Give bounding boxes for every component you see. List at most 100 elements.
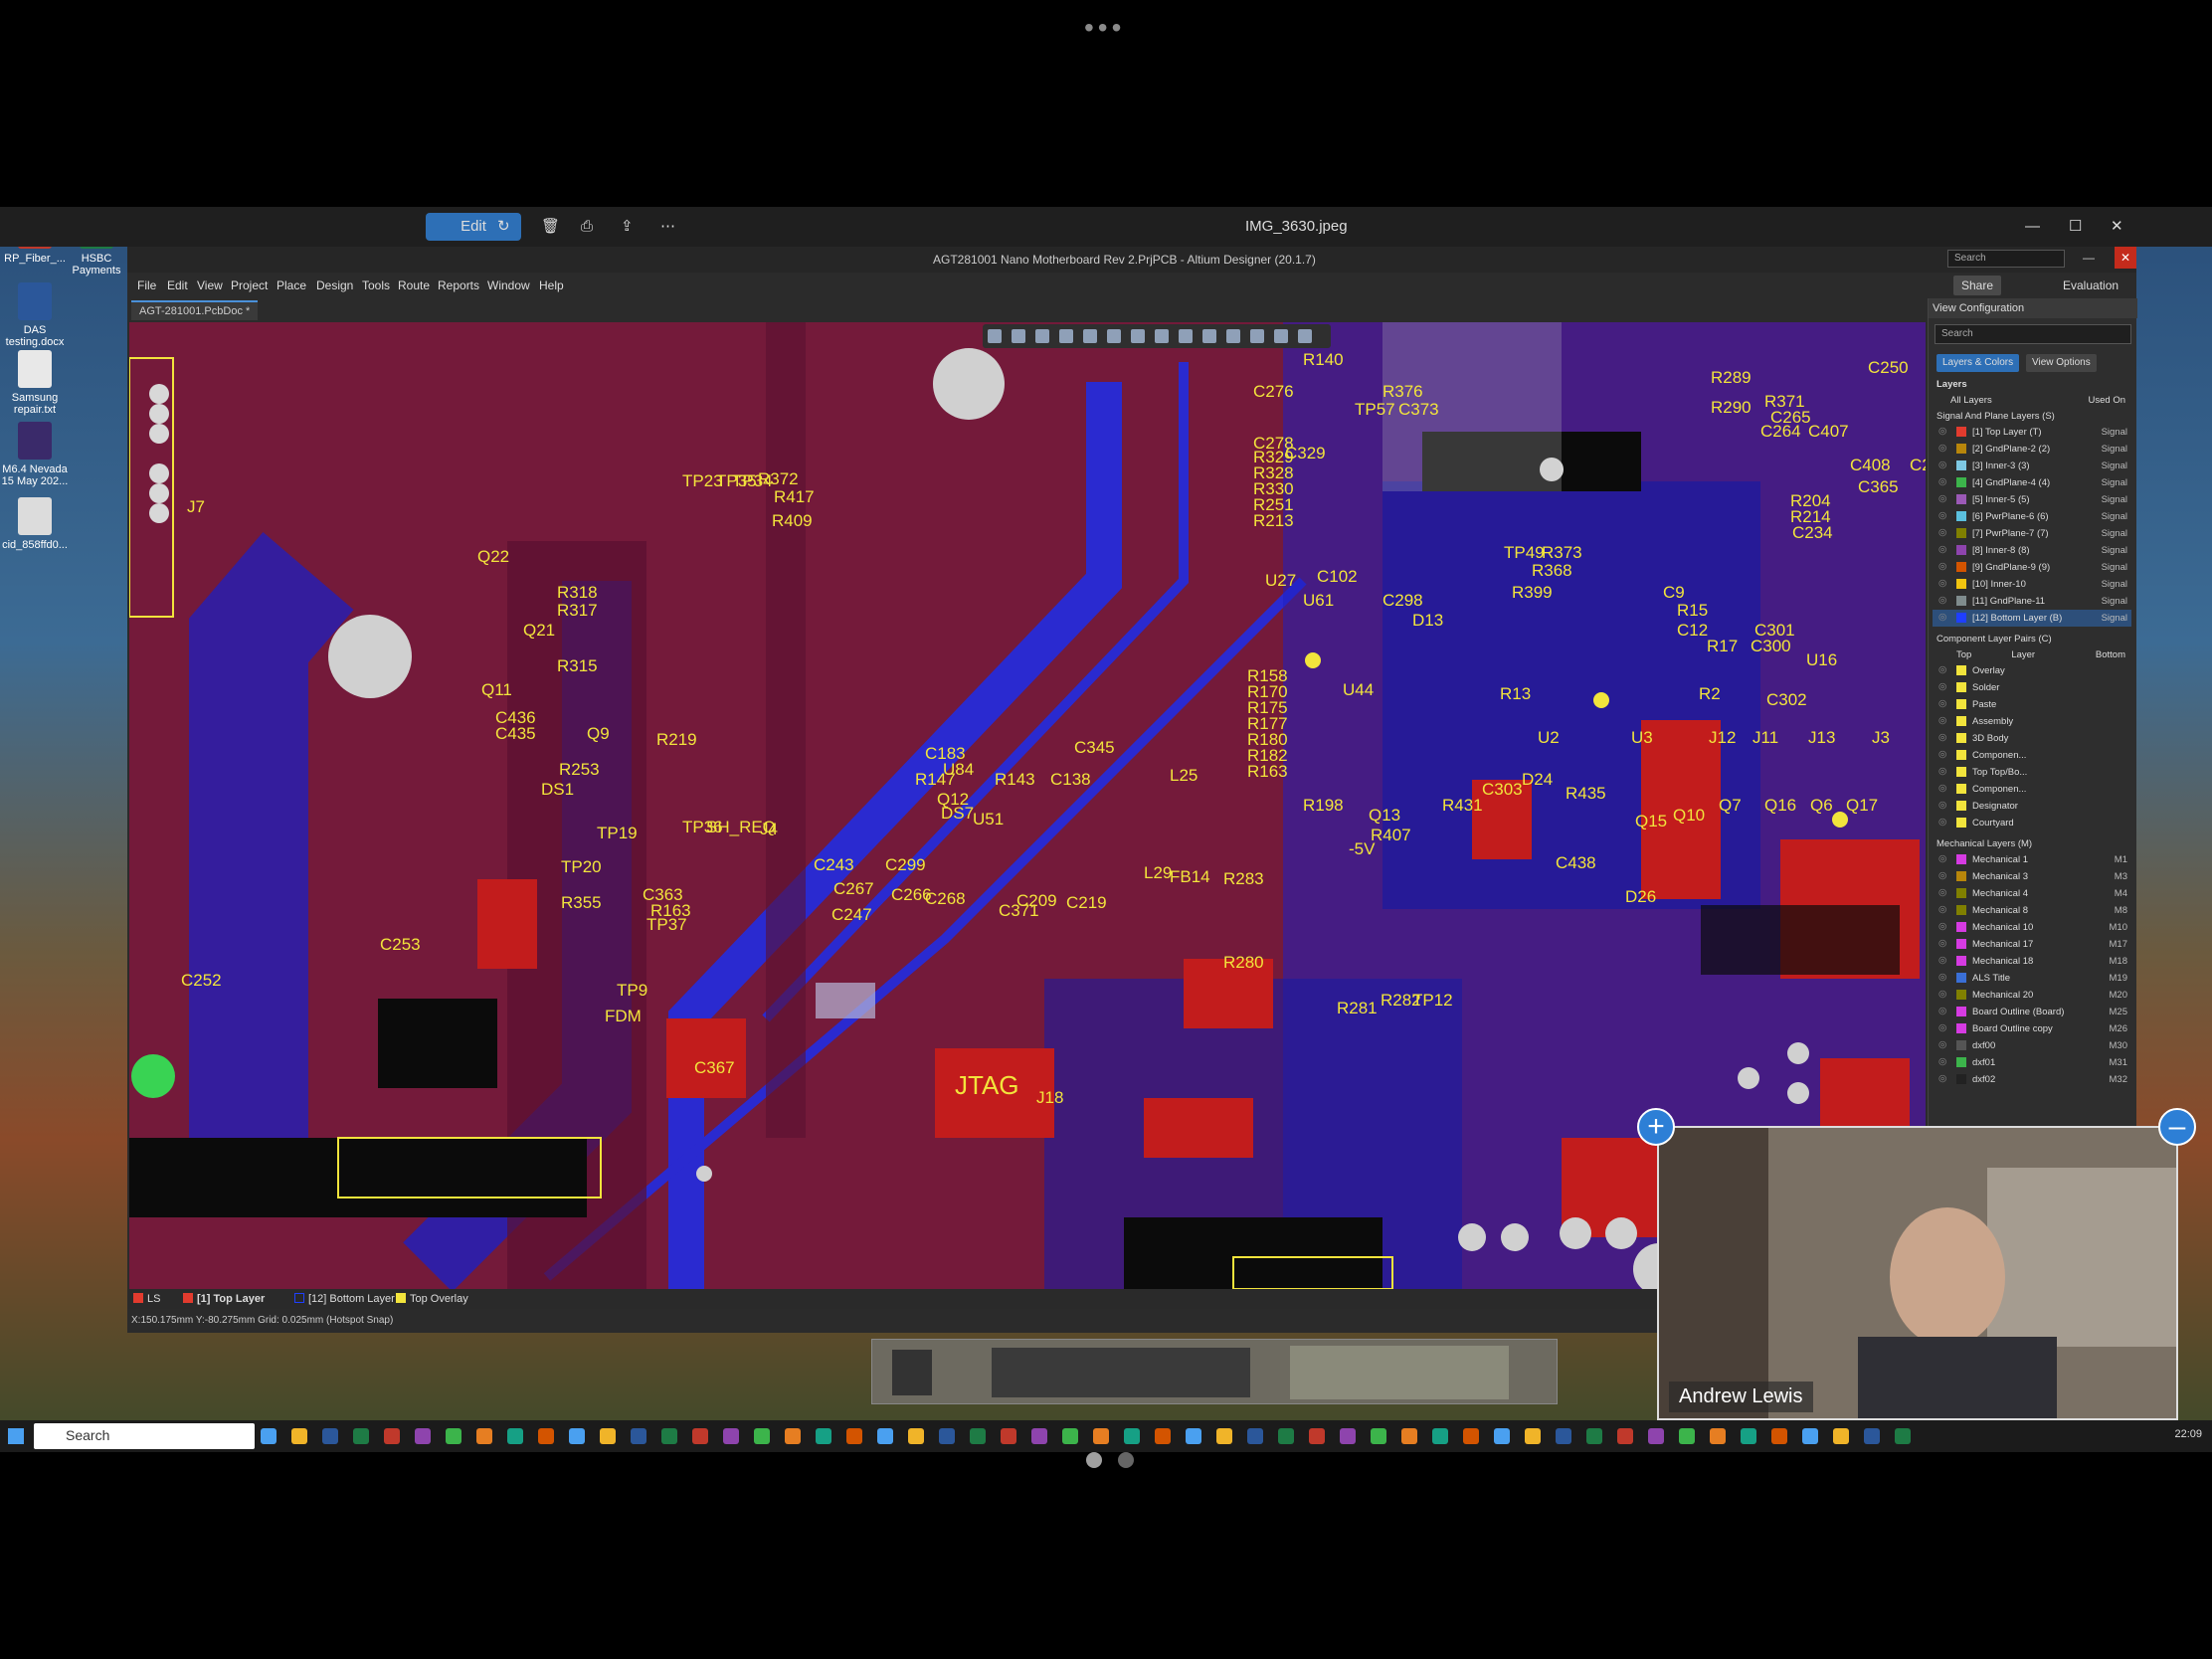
visibility-eye-icon[interactable]: ◎ [1938, 870, 1946, 881]
layer-color-swatch[interactable] [1956, 494, 1966, 504]
layer-color-swatch[interactable] [1956, 871, 1966, 881]
visibility-eye-icon[interactable]: ◎ [1938, 681, 1946, 692]
mechanical-layer-row[interactable]: ◎ ALS Title M19 [1933, 970, 2131, 987]
taskbar-app-icon[interactable] [631, 1428, 646, 1444]
taskbar-app-icon[interactable] [939, 1428, 955, 1444]
taskbar-app-icon[interactable] [353, 1428, 369, 1444]
visibility-eye-icon[interactable]: ◎ [1938, 561, 1946, 572]
layer-color-swatch[interactable] [1956, 956, 1966, 966]
taskbar-app-icon[interactable] [1247, 1428, 1263, 1444]
layer-color-swatch[interactable] [1956, 579, 1966, 589]
taskbar-app-icon[interactable] [816, 1428, 831, 1444]
layer-color-swatch[interactable] [1956, 922, 1966, 932]
visibility-eye-icon[interactable]: ◎ [1938, 1039, 1946, 1050]
global-search-input[interactable]: Search [1947, 250, 2065, 268]
taskbar-app-icon[interactable] [1525, 1428, 1541, 1444]
layer-tab-bottom[interactable]: [12] Bottom Layer [294, 1293, 395, 1305]
print-icon[interactable]: ⎙ [581, 213, 593, 241]
component-layer-row[interactable]: ◎ Paste [1933, 696, 2131, 713]
menu-view[interactable]: View [197, 278, 223, 292]
layer-color-swatch[interactable] [1956, 1057, 1966, 1067]
layer-color-swatch[interactable] [1956, 528, 1966, 538]
pcb-active-toolbar[interactable] [983, 324, 1331, 348]
signal-layer-row[interactable]: ◎ [12] Bottom Layer (B) Signal [1933, 610, 2131, 627]
visibility-eye-icon[interactable]: ◎ [1938, 766, 1946, 777]
taskbar-app-icon[interactable] [322, 1428, 338, 1444]
visibility-eye-icon[interactable]: ◎ [1938, 1073, 1946, 1084]
visibility-eye-icon[interactable]: ◎ [1938, 887, 1946, 898]
taskbar-app-icon[interactable] [661, 1428, 677, 1444]
visibility-eye-icon[interactable]: ◎ [1938, 460, 1946, 470]
layer-color-swatch[interactable] [1956, 1023, 1966, 1033]
taskbar-app-icon[interactable] [723, 1428, 739, 1444]
visibility-eye-icon[interactable]: ◎ [1938, 595, 1946, 606]
component-layer-row[interactable]: ◎ Componen... [1933, 781, 2131, 798]
desktop-icon-word[interactable]: DAS testing.docx [0, 282, 70, 348]
visibility-eye-icon[interactable]: ◎ [1938, 715, 1946, 726]
component-layer-row[interactable]: ◎ Solder [1933, 679, 2131, 696]
visibility-eye-icon[interactable]: ◎ [1938, 443, 1946, 454]
layer-color-swatch[interactable] [1956, 545, 1966, 555]
layer-color-swatch[interactable] [1956, 427, 1966, 437]
layer-color-swatch[interactable] [1956, 716, 1966, 726]
signal-layer-row[interactable]: ◎ [5] Inner-5 (5) Signal [1933, 491, 2131, 508]
taskbar-app-icon[interactable] [1155, 1428, 1171, 1444]
layer-color-swatch[interactable] [1956, 613, 1966, 623]
layer-color-swatch[interactable] [1956, 750, 1966, 760]
taskbar-search-input[interactable]: Search [34, 1423, 255, 1449]
visibility-eye-icon[interactable]: ◎ [1938, 493, 1946, 504]
taskbar-app-icon[interactable] [1278, 1428, 1294, 1444]
text-icon[interactable] [1274, 329, 1288, 343]
share-icon[interactable]: ⇪ [621, 213, 634, 241]
signal-layer-row[interactable]: ◎ [8] Inner-8 (8) Signal [1933, 542, 2131, 559]
visibility-eye-icon[interactable]: ◎ [1938, 938, 1946, 949]
taskbar-app-icon[interactable] [261, 1428, 276, 1444]
minimize-icon[interactable]: — [2083, 251, 2095, 265]
layer-tab-overlay[interactable]: Top Overlay [396, 1293, 468, 1305]
mechanical-layer-row[interactable]: ◎ dxf02 M32 [1933, 1071, 2131, 1088]
visibility-eye-icon[interactable]: ◎ [1938, 921, 1946, 932]
menu-help[interactable]: Help [539, 278, 564, 292]
document-tab[interactable]: AGT-281001.PcbDoc * [131, 300, 259, 320]
visibility-eye-icon[interactable]: ◎ [1938, 664, 1946, 675]
tab-layers-colors[interactable]: Layers & Colors [1936, 354, 2020, 372]
menu-route[interactable]: Route [398, 278, 430, 292]
component-layer-row[interactable]: ◎ Componen... [1933, 747, 2131, 764]
component-layer-row[interactable]: ◎ Overlay [1933, 662, 2131, 679]
close-icon[interactable]: ✕ [2111, 213, 2123, 241]
layer-color-swatch[interactable] [1956, 939, 1966, 949]
layer-color-swatch[interactable] [1956, 888, 1966, 898]
menu-file[interactable]: File [137, 278, 156, 292]
taskbar-app-icon[interactable] [1340, 1428, 1356, 1444]
visibility-eye-icon[interactable]: ◎ [1938, 1022, 1946, 1033]
taskbar-app-icon[interactable] [1216, 1428, 1232, 1444]
visibility-eye-icon[interactable]: ◎ [1938, 612, 1946, 623]
layer-color-swatch[interactable] [1956, 767, 1966, 777]
menu-reports[interactable]: Reports [438, 278, 479, 292]
filter-icon[interactable] [988, 329, 1002, 343]
desktop-icon-file[interactable]: cid_858ffd0... [0, 497, 70, 551]
layer-color-swatch[interactable] [1956, 562, 1966, 572]
page-dot[interactable] [1086, 1452, 1102, 1468]
visibility-eye-icon[interactable]: ◎ [1938, 426, 1946, 437]
select-icon[interactable] [1059, 329, 1073, 343]
mechanical-section[interactable]: Mechanical Layers (M) [1933, 835, 2131, 852]
component-layer-row[interactable]: ◎ Designator [1933, 798, 2131, 815]
menu-window[interactable]: Window [487, 278, 530, 292]
taskbar-app-icon[interactable] [1648, 1428, 1664, 1444]
mechanical-layer-row[interactable]: ◎ Mechanical 4 M4 [1933, 885, 2131, 902]
taskbar-app-icon[interactable] [1679, 1428, 1695, 1444]
keepout-icon[interactable] [1250, 329, 1264, 343]
all-layers-row[interactable]: All Layers Used On [1933, 392, 2131, 409]
taskbar-app-icon[interactable] [1895, 1428, 1911, 1444]
menu-design[interactable]: Design [316, 278, 353, 292]
signal-layer-row[interactable]: ◎ [3] Inner-3 (3) Signal [1933, 458, 2131, 474]
layer-color-swatch[interactable] [1956, 818, 1966, 828]
signal-layer-row[interactable]: ◎ [9] GndPlane-9 (9) Signal [1933, 559, 2131, 576]
component-layer-row[interactable]: ◎ 3D Body [1933, 730, 2131, 747]
signal-layer-row[interactable]: ◎ [4] GndPlane-4 (4) Signal [1933, 474, 2131, 491]
visibility-eye-icon[interactable]: ◎ [1938, 732, 1946, 743]
taskbar-app-icon[interactable] [1124, 1428, 1140, 1444]
page-dot[interactable] [1118, 1452, 1134, 1468]
taskbar-app-icon[interactable] [1494, 1428, 1510, 1444]
